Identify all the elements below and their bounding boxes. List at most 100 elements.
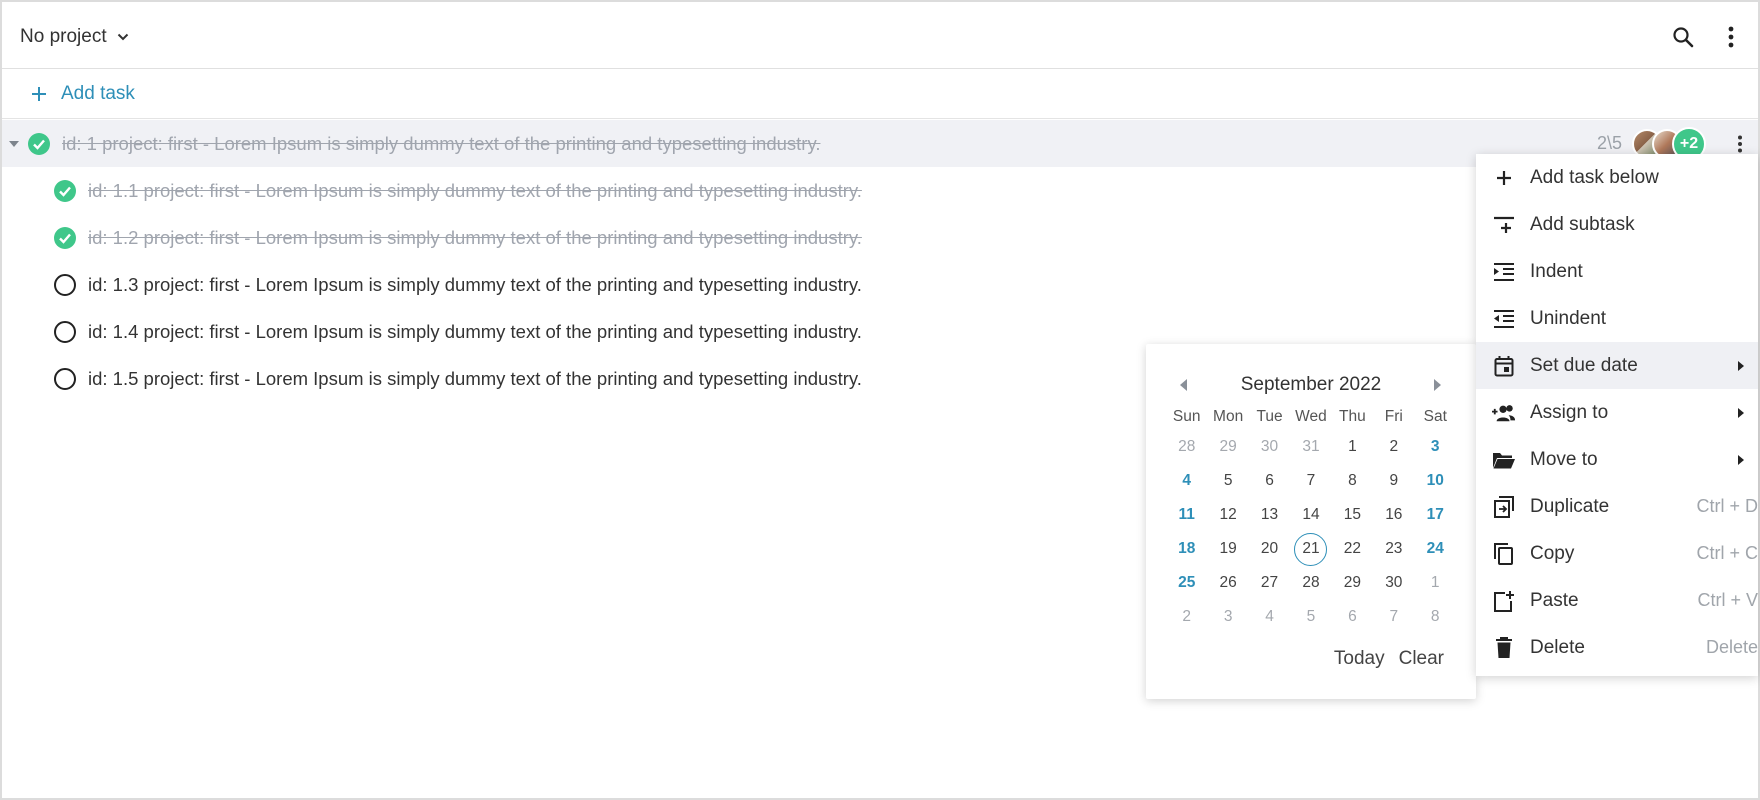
menu-item-label: Add subtask — [1530, 213, 1635, 235]
project-selector[interactable]: No project — [20, 22, 131, 52]
chevron-right-icon[interactable] — [1429, 377, 1445, 393]
menu-item-label: Paste — [1530, 589, 1579, 611]
calendar-day-number: 3 — [1430, 438, 1440, 455]
calendar-day[interactable]: 28 — [1166, 430, 1207, 464]
calendar-day[interactable]: 28 — [1290, 566, 1331, 600]
menu-item-add-task-below[interactable]: Add task below — [1476, 154, 1758, 201]
search-button[interactable] — [1668, 22, 1698, 52]
menu-item-indent[interactable]: Indent — [1476, 248, 1758, 295]
calendar-day-number: 7 — [1306, 472, 1316, 489]
calendar-day[interactable]: 5 — [1207, 464, 1248, 498]
calendar-icon — [1492, 354, 1516, 378]
unchecked-circle-icon[interactable] — [53, 367, 77, 391]
unchecked-circle-icon[interactable] — [53, 273, 77, 297]
menu-item-label: Move to — [1530, 448, 1598, 470]
calendar-day[interactable]: 5 — [1290, 600, 1331, 634]
calendar-day[interactable]: 8 — [1415, 600, 1456, 634]
calendar-day[interactable]: 20 — [1249, 532, 1290, 566]
calendar-day-number: 8 — [1430, 608, 1440, 625]
task-title[interactable]: id: 1.1 project: first - Lorem Ipsum is … — [88, 180, 862, 202]
calendar-day-number: 1 — [1430, 574, 1440, 591]
calendar-day[interactable]: 12 — [1207, 498, 1248, 532]
calendar-day[interactable]: 29 — [1207, 430, 1248, 464]
checked-circle-icon[interactable] — [53, 226, 77, 250]
today-button[interactable]: Today — [1334, 648, 1385, 670]
calendar-day[interactable]: 4 — [1249, 600, 1290, 634]
menu-item-copy[interactable]: Copy Ctrl + C — [1476, 530, 1758, 577]
task-title[interactable]: id: 1.3 project: first - Lorem Ipsum is … — [88, 274, 862, 296]
task-title[interactable]: id: 1.4 project: first - Lorem Ipsum is … — [88, 321, 862, 343]
calendar-day[interactable]: 14 — [1290, 498, 1331, 532]
calendar-day[interactable]: 30 — [1249, 430, 1290, 464]
menu-item-assign-to[interactable]: Assign to — [1476, 389, 1758, 436]
calendar-day[interactable]: 24 — [1415, 532, 1456, 566]
calendar-day[interactable]: 25 — [1166, 566, 1207, 600]
task-title[interactable]: id: 1.2 project: first - Lorem Ipsum is … — [88, 227, 862, 249]
due-date-calendar: September 2022 Sun Mon Tue Wed Thu Fri S… — [1146, 344, 1476, 699]
calendar-day[interactable]: 1 — [1332, 430, 1373, 464]
kebab-menu-icon — [1728, 26, 1734, 48]
checked-circle-icon[interactable] — [53, 179, 77, 203]
calendar-day[interactable]: 19 — [1207, 532, 1248, 566]
menu-item-paste[interactable]: Paste Ctrl + V — [1476, 577, 1758, 624]
calendar-day[interactable]: 13 — [1249, 498, 1290, 532]
calendar-day-number: 1 — [1348, 438, 1357, 455]
trash-icon — [1492, 636, 1516, 660]
calendar-day[interactable]: 22 — [1332, 532, 1373, 566]
add-task-button[interactable]: Add task — [2, 70, 1758, 119]
calendar-day[interactable]: 15 — [1332, 498, 1373, 532]
checked-circle-icon[interactable] — [27, 132, 51, 156]
calendar-day[interactable]: 29 — [1332, 566, 1373, 600]
calendar-week-row: 25 26 27 28 29 30 1 — [1166, 566, 1456, 600]
calendar-day[interactable]: 27 — [1249, 566, 1290, 600]
menu-item-move-to[interactable]: Move to — [1476, 436, 1758, 483]
more-options-button[interactable] — [1716, 22, 1746, 52]
kebab-menu-icon — [1738, 135, 1742, 152]
calendar-day[interactable]: 10 — [1415, 464, 1456, 498]
weekday-header: Sun Mon Tue Wed Thu Fri Sat — [1166, 404, 1456, 430]
calendar-day-number: 15 — [1343, 506, 1362, 523]
calendar-day-number: 4 — [1182, 472, 1192, 489]
weekday-label: Mon — [1213, 408, 1244, 425]
calendar-day[interactable]: 2 — [1373, 430, 1414, 464]
collapse-caret-icon[interactable] — [8, 138, 20, 150]
calendar-day-number: 6 — [1265, 472, 1274, 489]
calendar-day[interactable]: 11 — [1166, 498, 1207, 532]
calendar-day[interactable]: 26 — [1207, 566, 1248, 600]
chevron-down-icon — [117, 33, 128, 41]
unindent-icon — [1492, 307, 1516, 331]
calendar-day[interactable]: 6 — [1332, 600, 1373, 634]
menu-item-unindent[interactable]: Unindent — [1476, 295, 1758, 342]
calendar-day[interactable]: 7 — [1290, 464, 1331, 498]
calendar-day[interactable]: 23 — [1373, 532, 1414, 566]
calendar-day[interactable]: 17 — [1415, 498, 1456, 532]
calendar-day-number: 10 — [1426, 472, 1444, 489]
unchecked-circle-icon[interactable] — [53, 320, 77, 344]
task-title[interactable]: id: 1.5 project: first - Lorem Ipsum is … — [88, 368, 862, 390]
indent-icon — [1492, 260, 1516, 284]
calendar-day[interactable]: 3 — [1207, 600, 1248, 634]
calendar-day[interactable]: 18 — [1166, 532, 1207, 566]
calendar-day[interactable]: 21 — [1290, 532, 1331, 566]
calendar-day[interactable]: 9 — [1373, 464, 1414, 498]
calendar-day[interactable]: 4 — [1166, 464, 1207, 498]
menu-item-set-due-date[interactable]: Set due date — [1476, 342, 1758, 389]
clear-button[interactable]: Clear — [1399, 648, 1444, 670]
menu-item-duplicate[interactable]: Duplicate Ctrl + D — [1476, 483, 1758, 530]
calendar-day[interactable]: 30 — [1373, 566, 1414, 600]
calendar-day[interactable]: 3 — [1415, 430, 1456, 464]
calendar-day[interactable]: 6 — [1249, 464, 1290, 498]
menu-item-label: Duplicate — [1530, 495, 1610, 517]
calendar-day[interactable]: 16 — [1373, 498, 1414, 532]
menu-item-delete[interactable]: Delete Delete — [1476, 624, 1758, 671]
calendar-day[interactable]: 7 — [1373, 600, 1414, 634]
weekday-label: Wed — [1295, 408, 1327, 425]
calendar-day[interactable]: 31 — [1290, 430, 1331, 464]
paste-icon — [1492, 589, 1516, 613]
calendar-day[interactable]: 2 — [1166, 600, 1207, 634]
calendar-day-number: 5 — [1306, 608, 1316, 625]
calendar-day[interactable]: 1 — [1415, 566, 1456, 600]
calendar-day[interactable]: 8 — [1332, 464, 1373, 498]
task-title[interactable]: id: 1 project: first - Lorem Ipsum is si… — [62, 133, 820, 155]
menu-item-add-subtask[interactable]: Add subtask — [1476, 201, 1758, 248]
